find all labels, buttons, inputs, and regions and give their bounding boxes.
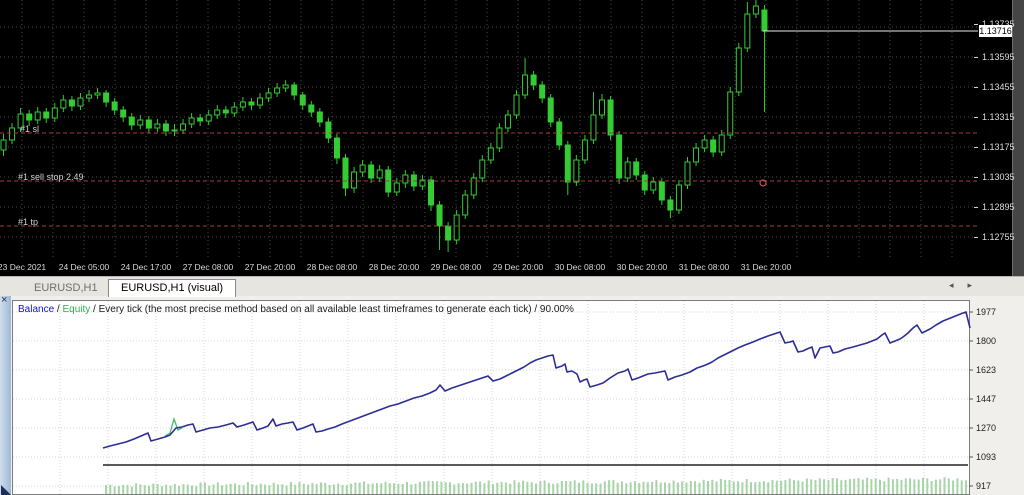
tester-y-axis-label: 1977 [976, 307, 996, 317]
price-axis-label: 1.13175 [982, 142, 1015, 152]
date-axis-label: 29 Dec 08:00 [431, 262, 482, 272]
date-axis-label: 31 Dec 20:00 [741, 262, 792, 272]
price-axis-label: 1.13315 [982, 112, 1015, 122]
tester-graph-svg [0, 296, 1024, 495]
price-tick [974, 177, 978, 178]
date-axis-label: 31 Dec 08:00 [679, 262, 730, 272]
current-price-badge: 1.13716 [979, 25, 1012, 37]
price-axis-label: 1.13035 [982, 172, 1015, 182]
legend-method: / Every tick (the most precise method ba… [90, 304, 574, 315]
tester-y-axis-label: 1093 [976, 452, 996, 462]
price-tick [974, 24, 978, 25]
tester-y-axis-label: 1270 [976, 423, 996, 433]
chart-tab-bar: EURUSD,H1 EURUSD,H1 (visual) ◂▸ [0, 276, 1024, 296]
tester-y-axis-label: 1623 [976, 365, 996, 375]
candlestick-chart[interactable]: #1 sl #1 sell stop 2.49 #1 tp [0, 0, 978, 258]
date-axis-label: 30 Dec 20:00 [617, 262, 668, 272]
date-axis-label: 27 Dec 20:00 [245, 262, 296, 272]
date-axis-label: 24 Dec 05:00 [59, 262, 110, 272]
close-icon[interactable]: × [1, 294, 7, 306]
legend-balance: Balance [18, 304, 54, 315]
date-axis[interactable]: 23 Dec 2021 24 Dec 05:00 24 Dec 17:00 27 De… [0, 258, 1012, 276]
mt4-strategy-tester-screen: #1 sl #1 sell stop 2.49 #1 tp 1.13716 1.… [0, 0, 1024, 495]
price-axis[interactable]: 1.13716 1.137351.135951.134551.133151.13… [978, 0, 1012, 258]
date-axis-label: 28 Dec 20:00 [369, 262, 420, 272]
order-label-tp: #1 tp [18, 217, 38, 227]
tester-y-axis-label: 1800 [976, 336, 996, 346]
price-tick [974, 147, 978, 148]
date-axis-label: 29 Dec 20:00 [493, 262, 544, 272]
price-tick [974, 117, 978, 118]
price-tick [974, 87, 978, 88]
date-axis-label: 28 Dec 08:00 [307, 262, 358, 272]
tester-graph-panel: × Balance / Equity / Every tick (the mos… [0, 296, 1024, 495]
order-label-sell-stop: #1 sell stop 2.49 [18, 172, 84, 182]
tab-scroll-left-icon[interactable]: ◂ [949, 280, 968, 290]
date-axis-label: 30 Dec 08:00 [555, 262, 606, 272]
price-axis-label: 1.13595 [982, 52, 1015, 62]
tester-y-axis-label: 917 [976, 481, 991, 491]
order-label-sl: #1 sl [20, 124, 39, 134]
tester-legend: Balance / Equity / Every tick (the most … [18, 304, 574, 315]
price-tick [974, 237, 978, 238]
candlestick-svg [0, 0, 978, 258]
tester-y-axis-label: 1447 [976, 394, 996, 404]
tab-scroll-right-icon[interactable]: ▸ [967, 280, 986, 290]
date-axis-label: 23 Dec 2021 [0, 262, 46, 272]
price-tick [974, 207, 978, 208]
price-axis-label: 1.12895 [982, 202, 1015, 212]
date-axis-label: 27 Dec 08:00 [183, 262, 234, 272]
tab-eurusd-h1-visual[interactable]: EURUSD,H1 (visual) [108, 279, 236, 297]
date-axis-label: 24 Dec 17:00 [121, 262, 172, 272]
price-tick [974, 57, 978, 58]
tab-eurusd-h1[interactable]: EURUSD,H1 [22, 279, 110, 297]
price-axis-label: 1.13455 [982, 82, 1015, 92]
price-axis-label: 1.12755 [982, 232, 1015, 242]
tab-scroll-arrows: ◂▸ [949, 280, 986, 291]
legend-equity: Equity [62, 304, 90, 315]
